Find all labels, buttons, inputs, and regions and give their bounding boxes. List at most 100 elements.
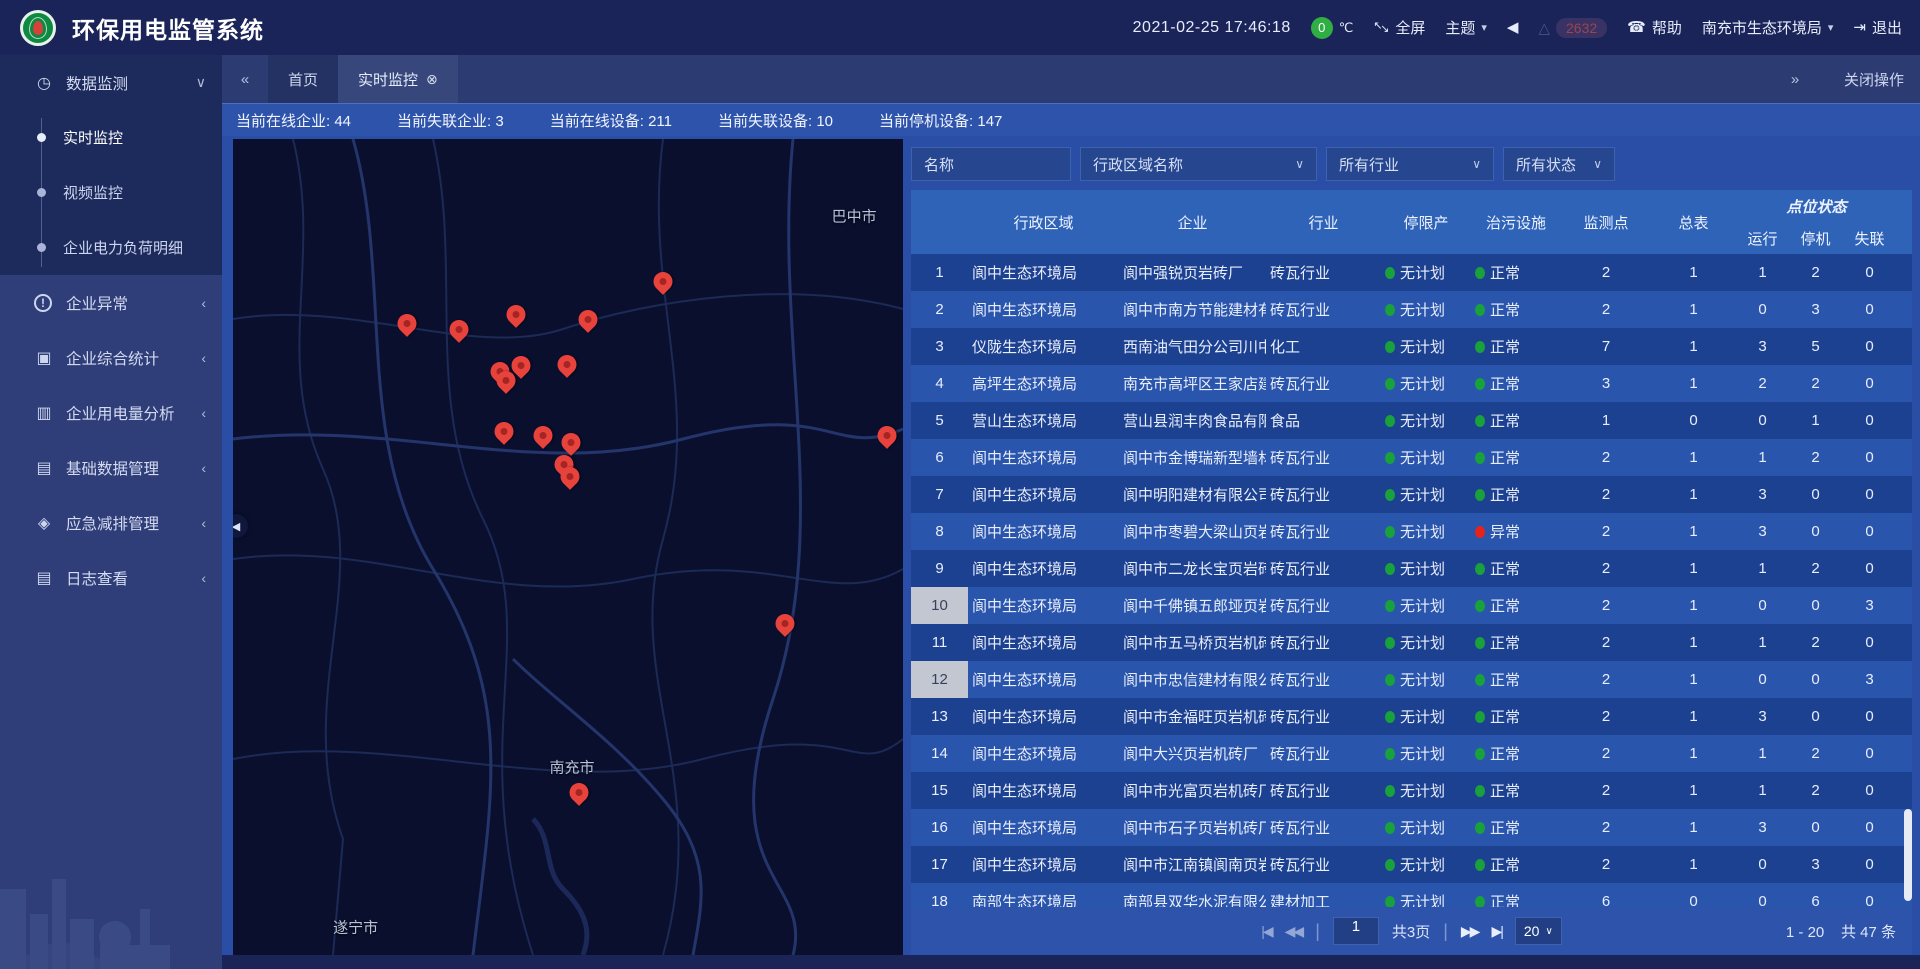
table-row[interactable]: 2阆中生态环境局阆中市南方节能建材有砖瓦行业无计划正常21030 (911, 291, 1912, 328)
map-pin[interactable] (575, 306, 602, 333)
app-logo (20, 10, 56, 46)
theme-dropdown[interactable]: 主题 ▾ (1445, 17, 1487, 38)
bullet-icon (37, 133, 46, 142)
sidebar-subitem-实时监控[interactable]: 实时监控 (0, 110, 222, 165)
cell-region: 阆中生态环境局 (968, 595, 1119, 616)
table-row[interactable]: 18南部生态环境局南部县双华水泥有限公建材加工无计划正常60060 (911, 883, 1912, 907)
mute-button[interactable]: ◀ (1507, 20, 1519, 35)
fullscreen-label: 全屏 (1395, 17, 1425, 38)
cell-facility: 异常 (1471, 521, 1561, 542)
table-row[interactable]: 4高坪生态环境局南充市高坪区王家店建砖瓦行业无计划正常31220 (911, 365, 1912, 402)
map[interactable]: 巴中市南充市遂宁市 ◀ (233, 139, 903, 955)
close-icon[interactable]: ⊗ (426, 71, 438, 88)
tab-首页[interactable]: 首页 (268, 55, 338, 103)
status-dot-green (1385, 341, 1395, 353)
table-row[interactable]: 16阆中生态环境局阆中市石子页岩机砖厂砖瓦行业无计划正常21300 (911, 809, 1912, 846)
map-pin[interactable] (490, 418, 517, 445)
table-row[interactable]: 15阆中生态环境局阆中市光富页岩机砖厂砖瓦行业无计划正常21120 (911, 772, 1912, 809)
help-button[interactable]: ☎ 帮助 (1627, 17, 1682, 38)
cell-points: 2 (1561, 745, 1651, 762)
cell-lost: 0 (1842, 893, 1897, 907)
cell-stop: 6 (1789, 893, 1842, 907)
cell-total: 1 (1651, 338, 1736, 355)
map-pin[interactable] (650, 268, 677, 295)
cell-company: 阆中市光富页岩机砖厂 (1119, 780, 1266, 801)
sidebar-subitem-企业电力负荷明细[interactable]: 企业电力负荷明细 (0, 220, 222, 275)
map-pin[interactable] (558, 429, 585, 456)
region-select[interactable]: 行政区域名称 ∨ (1080, 147, 1317, 181)
cell-index: 18 (911, 893, 968, 907)
cell-limit: 无计划 (1381, 817, 1471, 838)
cell-industry: 砖瓦行业 (1266, 595, 1381, 616)
table-row[interactable]: 5营山生态环境局营山县润丰肉食品有限食品无计划正常10010 (911, 402, 1912, 439)
sidebar-item-label: 企业用电量分析 (66, 402, 175, 424)
cell-facility: 正常 (1471, 447, 1561, 468)
col-run: 运行 (1736, 222, 1789, 254)
page-size-select[interactable]: 20 ∨ (1515, 917, 1562, 945)
content-area: « 首页实时监控⊗ » 关闭操作 当前在线企业: 44当前失联企业: 3当前在线… (222, 55, 1920, 969)
first-page-button[interactable]: |◀ (1261, 923, 1271, 940)
stat-item: 当前停机设备: 147 (879, 110, 1002, 131)
logout-button[interactable]: ⇥ 退出 (1853, 17, 1902, 38)
notification-button[interactable]: △ 2632 (1538, 18, 1607, 38)
cell-points: 2 (1561, 560, 1651, 577)
status-dot-green (1475, 563, 1485, 575)
table-row[interactable]: 3仪陇生态环境局西南油气田分公司川中化工无计划正常71350 (911, 328, 1912, 365)
status-dot-green (1385, 822, 1395, 834)
cell-industry: 砖瓦行业 (1266, 262, 1381, 283)
table-row[interactable]: 10阆中生态环境局阆中千佛镇五郎垭页岩砖瓦行业无计划正常21003 (911, 587, 1912, 624)
table-row[interactable]: 14阆中生态环境局阆中大兴页岩机砖厂砖瓦行业无计划正常21120 (911, 735, 1912, 772)
close-operations-button[interactable]: 关闭操作 (1844, 69, 1904, 90)
cell-points: 7 (1561, 338, 1651, 355)
sidebar-menu: ◷数据监测∨实时监控视频监控企业电力负荷明细!企业异常‹▣企业综合统计‹▥企业用… (0, 55, 222, 605)
cell-region: 阆中生态环境局 (968, 558, 1119, 579)
table-row[interactable]: 12阆中生态环境局阆中市忠信建材有限公砖瓦行业无计划正常21003 (911, 661, 1912, 698)
sidebar-item-数据监测[interactable]: ◷数据监测∨ (0, 55, 222, 110)
map-pin[interactable] (446, 316, 473, 343)
map-pin[interactable] (554, 351, 581, 378)
cell-total: 1 (1651, 671, 1736, 688)
tab-实时监控[interactable]: 实时监控⊗ (338, 55, 458, 103)
fullscreen-button[interactable]: ↖↘ 全屏 (1373, 17, 1425, 38)
last-page-button[interactable]: ▶| (1491, 923, 1501, 940)
map-pin[interactable] (530, 422, 557, 449)
prev-page-button[interactable]: ◀◀ (1285, 923, 1303, 940)
table-row[interactable]: 13阆中生态环境局阆中市金福旺页岩机砖砖瓦行业无计划正常21300 (911, 698, 1912, 735)
map-pin[interactable] (566, 779, 593, 806)
cell-region: 阆中生态环境局 (968, 299, 1119, 320)
map-pin[interactable] (502, 301, 529, 328)
table-row[interactable]: 1阆中生态环境局阆中强锐页岩砖厂砖瓦行业无计划正常21120 (911, 254, 1912, 291)
status-select[interactable]: 所有状态 ∨ (1503, 147, 1615, 181)
table-row[interactable]: 9阆中生态环境局阆中市二龙长宝页岩砖砖瓦行业无计划正常21120 (911, 550, 1912, 587)
page-number-input[interactable]: 1 (1333, 917, 1379, 945)
scrollbar-thumb[interactable] (1904, 809, 1912, 901)
tabs-scroll-right-button[interactable]: » (1772, 71, 1818, 88)
map-pin[interactable] (772, 611, 799, 638)
map-pin[interactable] (394, 310, 421, 337)
status-dot-green (1385, 711, 1395, 723)
org-dropdown[interactable]: 南充市生态环境局 ▾ (1702, 17, 1834, 38)
next-page-button[interactable]: ▶▶ (1461, 923, 1479, 940)
map-pin[interactable] (873, 422, 900, 449)
cell-total: 1 (1651, 560, 1736, 577)
sidebar-item-企业异常[interactable]: !企业异常‹ (0, 275, 222, 330)
industry-select[interactable]: 所有行业 ∨ (1326, 147, 1494, 181)
table-row[interactable]: 11阆中生态环境局阆中市五马桥页岩机砖砖瓦行业无计划正常21120 (911, 624, 1912, 661)
table-row[interactable]: 6阆中生态环境局阆中市金博瑞新型墙材砖瓦行业无计划正常21120 (911, 439, 1912, 476)
sidebar-item-日志查看[interactable]: ▤日志查看‹ (0, 550, 222, 605)
sidebar-item-企业用电量分析[interactable]: ▥企业用电量分析‹ (0, 385, 222, 440)
table-row[interactable]: 17阆中生态环境局阆中市江南镇阆南页岩砖瓦行业无计划正常21030 (911, 846, 1912, 883)
stat-label: 当前在线设备: (550, 113, 644, 130)
tabs-scroll-left-button[interactable]: « (222, 55, 268, 103)
name-search-input[interactable]: 名称 (911, 147, 1071, 181)
cell-index: 14 (911, 745, 968, 762)
sidebar-item-企业综合统计[interactable]: ▣企业综合统计‹ (0, 330, 222, 385)
table-row[interactable]: 7阆中生态环境局阆中明阳建材有限公司砖瓦行业无计划正常21300 (911, 476, 1912, 513)
pagination-range: 1 - 20 共 47 条 (1786, 921, 1896, 942)
sidebar-subitem-视频监控[interactable]: 视频监控 (0, 165, 222, 220)
table-row[interactable]: 8阆中生态环境局阆中市枣碧大梁山页岩砖瓦行业无计划异常21300 (911, 513, 1912, 550)
sidebar-item-应急减排管理[interactable]: ◈应急减排管理‹ (0, 495, 222, 550)
cell-points: 2 (1561, 819, 1651, 836)
cell-points: 2 (1561, 301, 1651, 318)
sidebar-item-基础数据管理[interactable]: ▤基础数据管理‹ (0, 440, 222, 495)
